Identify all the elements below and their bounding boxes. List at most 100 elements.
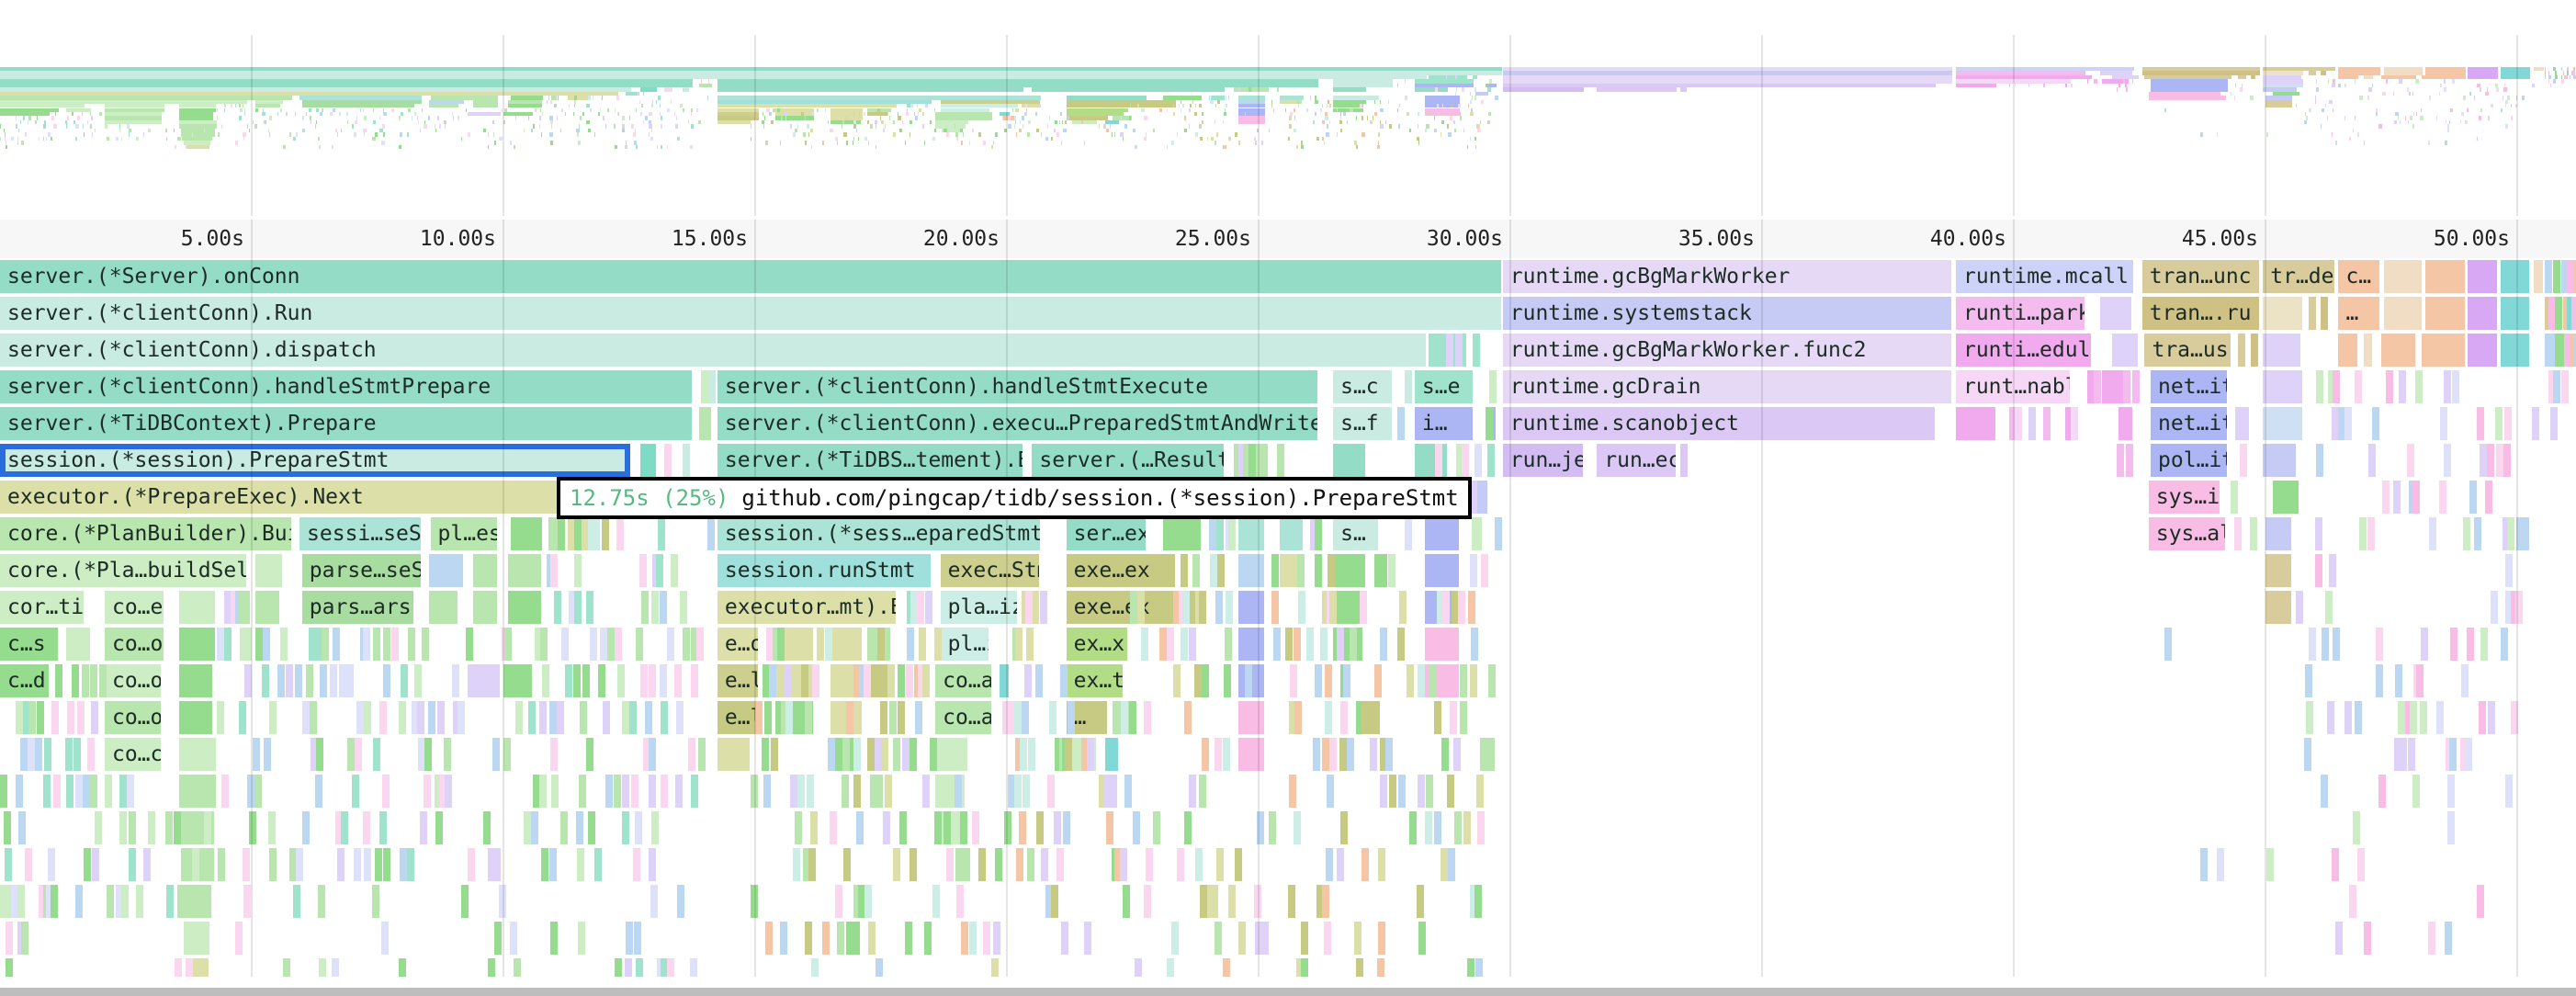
flame-frame[interactable] <box>493 922 502 955</box>
flame-frame[interactable] <box>1360 591 1368 624</box>
flame-frame[interactable] <box>333 628 341 661</box>
flame-frame[interactable] <box>836 922 844 955</box>
flame-frame[interactable] <box>372 738 380 771</box>
flame-frame[interactable] <box>1120 848 1128 881</box>
flame-frame[interactable] <box>296 848 304 881</box>
flame-frame[interactable] <box>993 922 1001 955</box>
flame-frame[interactable]: c…d <box>0 664 49 697</box>
flame-frame[interactable] <box>601 517 609 550</box>
flame-frame[interactable] <box>2425 297 2466 330</box>
flame-frame[interactable]: session.runStmt <box>717 554 932 587</box>
flame-frame[interactable] <box>932 885 941 918</box>
flame-frame[interactable] <box>166 885 174 918</box>
flame-frame[interactable] <box>649 738 657 771</box>
flame-frame[interactable] <box>582 664 590 697</box>
flame-frame[interactable] <box>550 775 559 808</box>
flame-frame[interactable] <box>1162 517 1201 550</box>
flame-frame[interactable] <box>1198 591 1206 624</box>
flame-frame[interactable] <box>1447 775 1455 808</box>
flame-frame[interactable] <box>1385 738 1394 771</box>
flame-frame[interactable] <box>1346 738 1354 771</box>
flame-frame[interactable] <box>628 701 637 734</box>
flame-frame[interactable] <box>539 701 548 734</box>
flame-frame[interactable] <box>355 738 363 771</box>
flame-frame[interactable] <box>1269 811 1277 844</box>
flame-frame[interactable] <box>2100 297 2131 330</box>
flame-frame[interactable]: co…ef <box>104 591 164 624</box>
flame-frame[interactable] <box>934 628 942 661</box>
flame-frame[interactable] <box>565 664 573 697</box>
flame-frame[interactable] <box>1021 701 1029 734</box>
flame-frame[interactable] <box>1470 554 1478 587</box>
flame-frame[interactable] <box>797 775 806 808</box>
flame-frame[interactable] <box>2416 664 2424 697</box>
flame-frame[interactable] <box>2491 591 2499 624</box>
flame-frame[interactable] <box>20 922 28 955</box>
flame-frame[interactable] <box>1417 885 1425 918</box>
flame-frame[interactable] <box>1369 738 1377 771</box>
flame-frame[interactable] <box>2478 701 2486 734</box>
flame-frame[interactable] <box>1463 811 1471 844</box>
flame-frame[interactable] <box>301 701 310 734</box>
flame-frame[interactable] <box>2566 260 2574 293</box>
flame-frame[interactable] <box>828 738 836 771</box>
flame-frame[interactable] <box>473 554 497 587</box>
flame-frame[interactable]: ex…x <box>1066 628 1128 661</box>
flame-frame[interactable] <box>90 664 98 697</box>
flame-frame[interactable] <box>216 701 224 734</box>
flame-frame[interactable] <box>1380 775 1388 808</box>
flame-frame[interactable] <box>0 775 7 808</box>
flame-frame[interactable] <box>2355 370 2363 403</box>
flame-frame[interactable] <box>2571 297 2576 330</box>
flame-frame[interactable] <box>2326 701 2334 734</box>
flame-frame[interactable] <box>2265 554 2292 587</box>
flame-frame[interactable] <box>2561 370 2570 403</box>
flame-frame[interactable] <box>999 664 1009 697</box>
flame-frame[interactable] <box>764 922 773 955</box>
flame-frame[interactable] <box>549 848 558 881</box>
flame-frame[interactable] <box>696 628 705 661</box>
flame-frame[interactable] <box>218 848 226 881</box>
flame-frame[interactable] <box>383 664 391 697</box>
flame-frame[interactable] <box>1013 701 1022 734</box>
flame-frame[interactable] <box>1680 444 1689 477</box>
flame-frame[interactable] <box>2376 628 2384 661</box>
flame-frame[interactable] <box>142 848 151 881</box>
flame-frame[interactable] <box>1172 664 1181 697</box>
flame-frame[interactable] <box>1106 811 1114 844</box>
flame-frame[interactable] <box>2382 481 2390 514</box>
flame-frame[interactable] <box>119 775 127 808</box>
flame-frame[interactable] <box>235 922 243 955</box>
flame-frame[interactable] <box>1068 701 1076 734</box>
flame-frame[interactable] <box>17 885 25 918</box>
flame-frame[interactable] <box>634 811 642 844</box>
flame-frame[interactable] <box>1245 664 1253 697</box>
flame-frame[interactable] <box>362 628 370 661</box>
flame-frame[interactable] <box>645 701 653 734</box>
flame-frame[interactable] <box>2240 444 2248 477</box>
flame-frame[interactable] <box>750 885 758 918</box>
flame-frame[interactable] <box>1027 848 1035 881</box>
flame-frame[interactable] <box>553 591 561 624</box>
flame-frame[interactable] <box>921 775 930 808</box>
flame-frame[interactable] <box>655 554 663 587</box>
flame-frame[interactable] <box>1353 922 1361 955</box>
flame-frame[interactable] <box>616 517 625 550</box>
flame-frame[interactable] <box>424 775 432 808</box>
flame-frame[interactable]: ex…t <box>1066 664 1123 697</box>
flame-frame[interactable] <box>192 848 200 881</box>
flame-frame[interactable] <box>66 628 90 661</box>
flame-frame[interactable] <box>2376 664 2384 697</box>
flame-frame[interactable] <box>539 628 548 661</box>
flame-frame[interactable] <box>1141 628 1149 661</box>
flame-frame[interactable] <box>43 775 51 808</box>
flame-frame[interactable]: e…o <box>717 628 759 661</box>
flame-frame[interactable] <box>248 811 256 844</box>
flame-frame[interactable] <box>2485 481 2493 514</box>
flame-frame[interactable] <box>2393 481 2401 514</box>
flame-frame[interactable] <box>682 444 690 477</box>
flame-frame[interactable] <box>285 664 293 697</box>
flame-frame[interactable] <box>445 775 453 808</box>
flame-frame[interactable] <box>1122 885 1130 918</box>
flame-frame[interactable] <box>314 775 322 808</box>
